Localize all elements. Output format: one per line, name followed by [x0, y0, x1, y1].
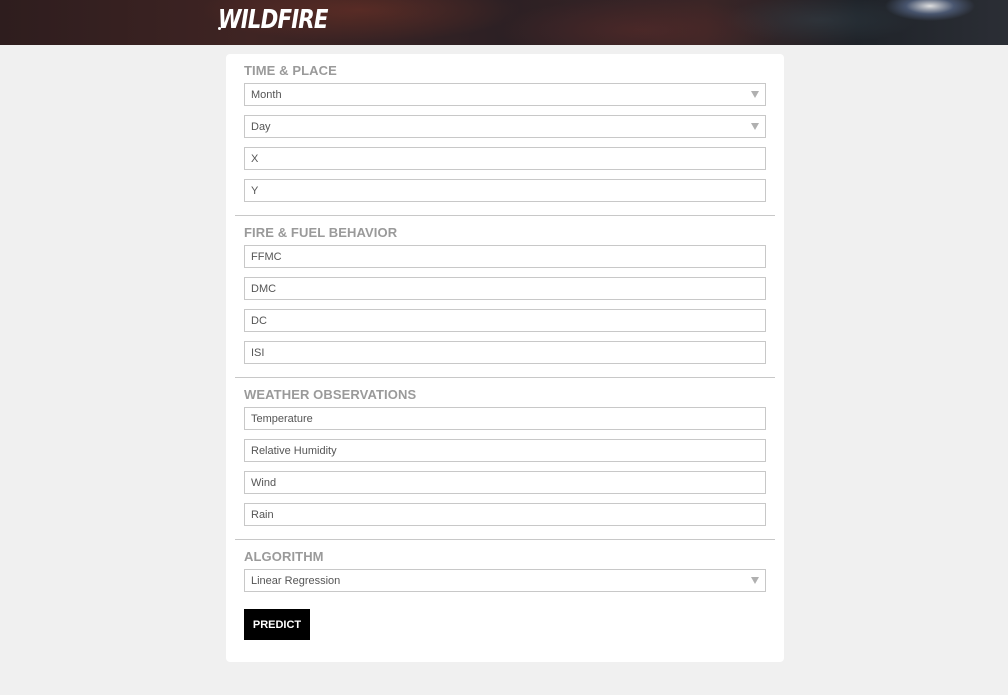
dmc-input[interactable]: DMC — [244, 277, 766, 300]
caret-down-icon — [751, 577, 759, 584]
dmc-input-placeholder: DMC — [251, 282, 277, 295]
month-select[interactable]: Month — [244, 83, 766, 106]
predict-button[interactable]: PREDICT — [244, 609, 310, 640]
day-select-value: Day — [251, 120, 271, 133]
humidity-input-placeholder: Relative Humidity — [251, 444, 337, 457]
section-divider — [235, 215, 775, 216]
dc-input[interactable]: DC — [244, 309, 766, 332]
x-input-placeholder: X — [251, 152, 259, 165]
ffmc-input[interactable]: FFMC — [244, 245, 766, 268]
y-input-placeholder: Y — [251, 184, 259, 197]
isi-input-placeholder: ISI — [251, 346, 265, 359]
algorithm-select[interactable]: Linear Regression — [244, 569, 766, 592]
ffmc-input-placeholder: FFMC — [251, 250, 282, 263]
section-divider — [235, 539, 775, 540]
section-divider — [235, 377, 775, 378]
caret-down-icon — [751, 123, 759, 130]
header-banner: WILDFIRE — [0, 0, 1008, 45]
month-select-value: Month — [251, 88, 282, 101]
section-title-weather: WEATHER OBSERVATIONS — [244, 387, 417, 402]
dc-input-placeholder: DC — [251, 314, 267, 327]
wind-input[interactable]: Wind — [244, 471, 766, 494]
algorithm-select-value: Linear Regression — [251, 574, 341, 587]
day-select[interactable]: Day — [244, 115, 766, 138]
wind-input-placeholder: Wind — [251, 476, 277, 489]
logo[interactable]: WILDFIRE — [218, 5, 328, 35]
section-title-fire-fuel: FIRE & FUEL BEHAVIOR — [244, 225, 398, 240]
section-title-time-place: TIME & PLACE — [244, 63, 337, 78]
caret-down-icon — [751, 91, 759, 98]
x-input[interactable]: X — [244, 147, 766, 170]
humidity-input[interactable]: Relative Humidity — [244, 439, 766, 462]
prediction-form: TIME & PLACE Month Day X Y FIRE & FUEL B… — [226, 54, 784, 662]
rain-input[interactable]: Rain — [244, 503, 766, 526]
temperature-input-placeholder: Temperature — [251, 412, 313, 425]
rain-input-placeholder: Rain — [251, 508, 274, 521]
isi-input[interactable]: ISI — [244, 341, 766, 364]
y-input[interactable]: Y — [244, 179, 766, 202]
section-title-algorithm: ALGORITHM — [244, 549, 324, 564]
temperature-input[interactable]: Temperature — [244, 407, 766, 430]
